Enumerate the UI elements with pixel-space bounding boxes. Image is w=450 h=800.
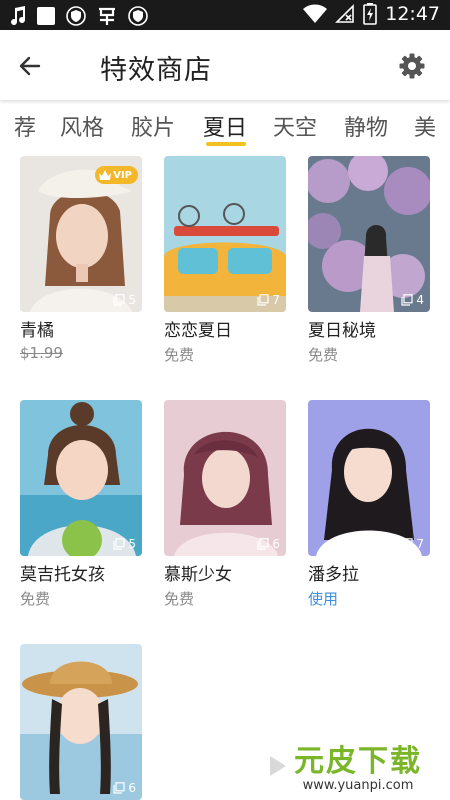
settings-button[interactable]	[396, 50, 428, 82]
filter-price: 免费	[164, 346, 195, 364]
photo-count: 5	[113, 293, 136, 307]
status-bar: 12:47	[0, 0, 450, 30]
tab-sky[interactable]: 天空	[273, 110, 317, 142]
filter-price: 免费	[308, 346, 339, 364]
filter-price: 免费	[20, 590, 51, 608]
filter-card[interactable]: 6 慕斯少女 免费	[164, 400, 286, 608]
photo-count: 7	[401, 537, 424, 551]
no-sim-icon	[335, 3, 355, 25]
copy-stack-icon	[401, 538, 413, 550]
white-square-icon	[36, 5, 56, 27]
app-bar: 特效商店	[0, 30, 450, 100]
watermark-arrow-icon	[270, 756, 286, 776]
filter-name: 夏日秘境	[308, 321, 376, 341]
filter-name: 青橘	[20, 321, 54, 341]
watermark-url: www.yuanpi.com	[302, 777, 414, 793]
arrow-left-icon	[19, 56, 41, 76]
photo-count: 6	[113, 781, 136, 795]
filter-card[interactable]: 7 潘多拉 使用	[308, 400, 430, 608]
active-tab-indicator	[206, 142, 246, 146]
vip-badge: VIP	[95, 166, 138, 184]
photo-count: 6	[257, 537, 280, 551]
filter-thumbnail[interactable]: 6	[20, 644, 142, 800]
category-tabs: 荐 风格 胶片 夏日 天空 静物 美	[0, 104, 450, 150]
tab-beauty[interactable]: 美	[414, 110, 436, 142]
copy-stack-icon	[113, 294, 125, 306]
music-note-icon	[10, 5, 26, 27]
photo-count: 4	[401, 293, 424, 307]
filter-thumbnail[interactable]: 5	[20, 400, 142, 556]
filter-card[interactable]: 5 莫吉托女孩 免费	[20, 400, 142, 608]
photo-count: 5	[113, 537, 136, 551]
tab-still-life[interactable]: 静物	[344, 110, 388, 142]
copy-stack-icon	[113, 538, 125, 550]
filter-name: 潘多拉	[308, 565, 359, 585]
filter-use-button[interactable]: 使用	[308, 588, 338, 609]
shield-icon	[128, 5, 148, 27]
tab-summer[interactable]: 夏日	[203, 110, 247, 142]
copy-stack-icon	[113, 782, 125, 794]
filter-card[interactable]: VIP 5 青橘 $1.99	[20, 156, 142, 362]
gear-icon	[399, 53, 425, 79]
filter-price: 免费	[164, 590, 195, 608]
tab-film[interactable]: 胶片	[131, 110, 175, 142]
shield-icon	[66, 5, 86, 27]
filter-thumbnail[interactable]: 7	[308, 400, 430, 556]
wifi-icon	[303, 3, 328, 25]
copy-stack-icon	[401, 294, 413, 306]
bug-icon	[96, 5, 118, 27]
filter-thumbnail[interactable]: 6	[164, 400, 286, 556]
tab-recommended[interactable]: 荐	[14, 110, 36, 142]
tab-style[interactable]: 风格	[60, 110, 104, 142]
filter-name: 莫吉托女孩	[20, 565, 105, 585]
copy-stack-icon	[257, 294, 269, 306]
filter-name: 恋恋夏日	[164, 321, 232, 341]
back-button[interactable]	[14, 50, 46, 82]
filter-thumbnail[interactable]: VIP 5	[20, 156, 142, 312]
page-title: 特效商店	[100, 55, 212, 86]
battery-charging-icon	[363, 3, 378, 25]
watermark: 元皮下载 www.yuanpi.com	[266, 728, 450, 800]
filter-name: 慕斯少女	[164, 565, 232, 585]
status-time: 12:47	[385, 3, 440, 25]
watermark-logo: 元皮下载	[294, 743, 422, 779]
copy-stack-icon	[257, 538, 269, 550]
crown-icon	[99, 170, 112, 180]
filter-thumbnail[interactable]: 4	[308, 156, 430, 312]
filter-thumbnail[interactable]: 7	[164, 156, 286, 312]
photo-count: 7	[257, 293, 280, 307]
filter-card[interactable]: 6	[20, 644, 142, 800]
filter-card[interactable]: 4 夏日秘境 免费	[308, 156, 430, 364]
filter-price: $1.99	[20, 344, 63, 362]
filter-card[interactable]: 7 恋恋夏日 免费	[164, 156, 286, 364]
